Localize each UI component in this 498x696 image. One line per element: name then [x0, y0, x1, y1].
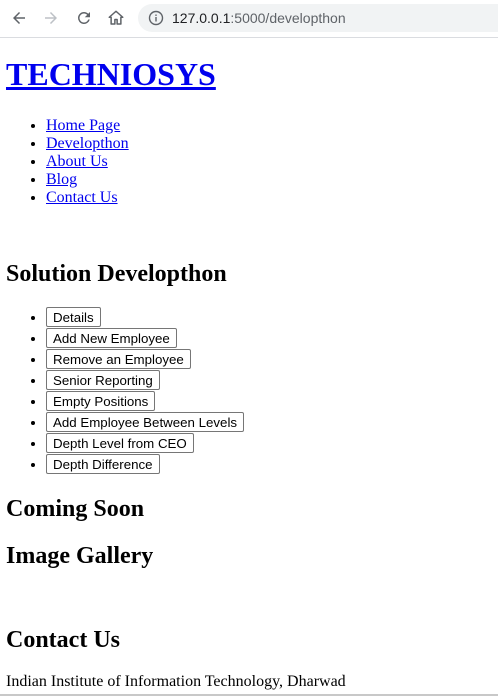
remove-employee-button[interactable]: Remove an Employee: [46, 349, 191, 369]
url-path: :5000/developthon: [230, 10, 346, 26]
nav-link-blog[interactable]: Blog: [46, 171, 77, 188]
nav-item-about: About Us: [46, 153, 129, 171]
back-arrow-icon: [13, 12, 25, 24]
site-title-link[interactable]: TECHNIOSYS: [6, 56, 216, 92]
nav-link-developthon[interactable]: Developthon: [46, 135, 129, 152]
coming-soon-heading: Coming Soon: [6, 496, 145, 522]
url-text[interactable]: 127.0.0.1:5000/developthon: [172, 10, 346, 26]
home-icon: [108, 10, 124, 25]
home-button[interactable]: [105, 7, 127, 29]
list-item: Empty Positions: [46, 391, 244, 412]
depth-level-from-ceo-button[interactable]: Depth Level from CEO: [46, 433, 194, 453]
nav-item-developthon: Developthon: [46, 135, 129, 153]
solution-heading: Solution Developthon: [6, 261, 227, 287]
add-new-employee-button[interactable]: Add New Employee: [46, 328, 177, 348]
solution-button-list: Details Add New Employee Remove an Emplo…: [0, 307, 245, 475]
list-item: Depth Level from CEO: [46, 433, 244, 454]
info-icon[interactable]: [148, 10, 164, 26]
depth-difference-button[interactable]: Depth Difference: [46, 454, 160, 474]
add-employee-between-levels-button[interactable]: Add Employee Between Levels: [46, 412, 245, 432]
nav-item-contact: Contact Us: [46, 189, 129, 207]
image-gallery-heading: Image Gallery: [6, 543, 154, 569]
nav-link-about[interactable]: About Us: [46, 153, 108, 170]
url-host: 127.0.0.1: [172, 10, 231, 26]
contact-address: Indian Institute of Information Technolo…: [6, 673, 346, 690]
page-content: TECHNIOSYS Home Page Developthon About U…: [0, 38, 498, 696]
list-item: Remove an Employee: [46, 349, 244, 370]
senior-reporting-button[interactable]: Senior Reporting: [46, 370, 160, 390]
empty-positions-button[interactable]: Empty Positions: [46, 391, 156, 411]
reload-button[interactable]: [73, 7, 95, 29]
list-item: Add New Employee: [46, 328, 244, 349]
list-item: Add Employee Between Levels: [46, 412, 245, 433]
nav-link-home[interactable]: Home Page: [46, 117, 120, 134]
address-bar[interactable]: 127.0.0.1:5000/developthon: [138, 4, 498, 32]
nav-item-home: Home Page: [46, 117, 129, 135]
nav-link-contact[interactable]: Contact Us: [46, 189, 118, 206]
nav-item-blog: Blog: [46, 171, 129, 189]
site-title: TECHNIOSYS: [6, 56, 216, 93]
forward-button[interactable]: [40, 7, 62, 29]
contact-heading: Contact Us: [6, 627, 120, 653]
forward-arrow-icon: [45, 12, 57, 24]
list-item: Senior Reporting: [46, 370, 244, 391]
list-item: Details: [46, 307, 244, 328]
reload-icon: [77, 11, 90, 24]
list-item: Depth Difference: [46, 454, 244, 475]
browser-toolbar: 127.0.0.1:5000/developthon: [0, 0, 498, 38]
main-nav: Home Page Developthon About Us Blog Cont…: [0, 117, 129, 207]
back-button[interactable]: [8, 7, 30, 29]
details-button[interactable]: Details: [46, 307, 101, 327]
